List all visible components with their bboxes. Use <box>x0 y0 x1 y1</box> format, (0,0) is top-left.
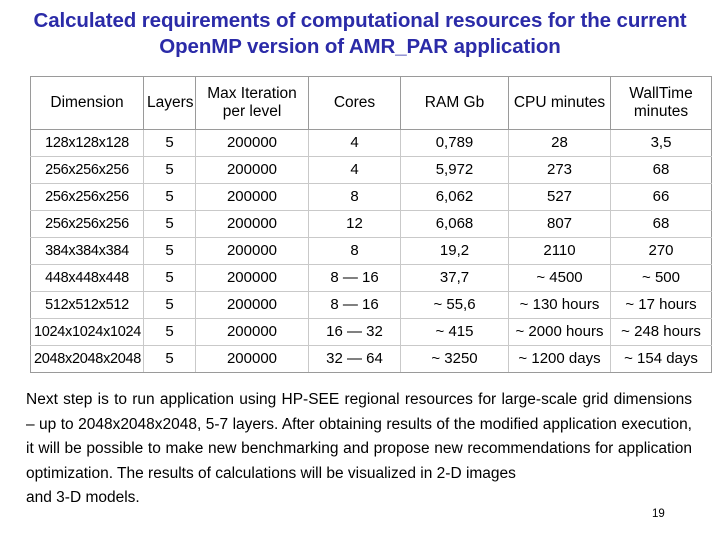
cell-layers: 5 <box>143 156 196 184</box>
cell-ram-gb: 37,7 <box>400 264 509 292</box>
cell-dimension: 256x256x256 <box>30 156 144 184</box>
cell-max-iteration: 200000 <box>195 291 309 319</box>
cell-layers: 5 <box>143 183 196 211</box>
column-header-cores: Cores <box>308 76 401 130</box>
column-header-layers: Layers <box>143 76 196 130</box>
body-paragraph: Next step is to run application using HP… <box>26 388 692 511</box>
cell-cpu-minutes: ~ 130 hours <box>508 291 611 319</box>
table-body: 128x128x128 5 200000 4 0,789 28 3,5 256x… <box>30 129 712 373</box>
column-header-walltime-minutes: WallTime minutes <box>610 76 712 130</box>
cell-ram-gb: ~ 55,6 <box>400 291 509 319</box>
cell-layers: 5 <box>143 129 196 157</box>
column-header-dimension: Dimension <box>30 76 144 130</box>
cell-layers: 5 <box>143 264 196 292</box>
slide-number: 19 <box>652 508 665 520</box>
cell-walltime-minutes: 270 <box>610 237 712 265</box>
cell-cpu-minutes: 807 <box>508 210 611 238</box>
cell-max-iteration: 200000 <box>195 210 309 238</box>
column-header-max-iteration: Max Iteration per level <box>195 76 309 130</box>
cell-walltime-minutes: ~ 17 hours <box>610 291 712 319</box>
cell-cores: 8 <box>308 183 401 211</box>
cell-max-iteration: 200000 <box>195 129 309 157</box>
table-row: 512x512x512 5 200000 8 — 16 ~ 55,6 ~ 130… <box>30 291 712 319</box>
table-row: 2048x2048x2048 5 200000 32 — 64 ~ 3250 ~… <box>30 345 712 373</box>
cell-walltime-minutes: ~ 154 days <box>610 345 712 373</box>
cell-layers: 5 <box>143 210 196 238</box>
body-paragraph-main: Next step is to run application using HP… <box>26 391 692 482</box>
cell-max-iteration: 200000 <box>195 264 309 292</box>
table-row: 256x256x256 5 200000 12 6,068 807 68 <box>30 210 712 238</box>
cell-dimension: 256x256x256 <box>30 210 144 238</box>
body-paragraph-last-line: and 3-D models. <box>26 489 140 506</box>
cell-max-iteration: 200000 <box>195 183 309 211</box>
table-row: 1024x1024x1024 5 200000 16 — 32 ~ 415 ~ … <box>30 318 712 346</box>
cell-walltime-minutes: 66 <box>610 183 712 211</box>
table-row: 384x384x384 5 200000 8 19,2 2110 270 <box>30 237 712 265</box>
cell-max-iteration: 200000 <box>195 156 309 184</box>
requirements-table-container: Dimension Layers Max Iteration per level… <box>30 76 712 373</box>
cell-cpu-minutes: 527 <box>508 183 611 211</box>
cell-cores: 4 <box>308 129 401 157</box>
column-header-cpu-minutes: CPU minutes <box>508 76 611 130</box>
cell-layers: 5 <box>143 237 196 265</box>
cell-walltime-minutes: 68 <box>610 156 712 184</box>
cell-ram-gb: 0,789 <box>400 129 509 157</box>
cell-cpu-minutes: ~ 2000 hours <box>508 318 611 346</box>
cell-cores: 32 — 64 <box>308 345 401 373</box>
table-row: 256x256x256 5 200000 4 5,972 273 68 <box>30 156 712 184</box>
cell-cpu-minutes: 28 <box>508 129 611 157</box>
cell-max-iteration: 200000 <box>195 237 309 265</box>
cell-dimension: 2048x2048x2048 <box>30 345 144 373</box>
cell-cpu-minutes: ~ 1200 days <box>508 345 611 373</box>
cell-walltime-minutes: ~ 248 hours <box>610 318 712 346</box>
cell-cpu-minutes: 273 <box>508 156 611 184</box>
cell-dimension: 512x512x512 <box>30 291 144 319</box>
requirements-table: Dimension Layers Max Iteration per level… <box>30 76 712 373</box>
cell-walltime-minutes: 3,5 <box>610 129 712 157</box>
cell-max-iteration: 200000 <box>195 318 309 346</box>
cell-cores: 12 <box>308 210 401 238</box>
cell-cpu-minutes: 2110 <box>508 237 611 265</box>
cell-cores: 8 <box>308 237 401 265</box>
cell-cores: 16 — 32 <box>308 318 401 346</box>
cell-layers: 5 <box>143 318 196 346</box>
cell-ram-gb: ~ 415 <box>400 318 509 346</box>
cell-layers: 5 <box>143 345 196 373</box>
page-title: Calculated requirements of computational… <box>33 9 687 58</box>
cell-ram-gb: 19,2 <box>400 237 509 265</box>
table-row: 128x128x128 5 200000 4 0,789 28 3,5 <box>30 129 712 157</box>
cell-dimension: 128x128x128 <box>30 129 144 157</box>
cell-layers: 5 <box>143 291 196 319</box>
cell-dimension: 256x256x256 <box>30 183 144 211</box>
cell-ram-gb: 6,062 <box>400 183 509 211</box>
cell-dimension: 384x384x384 <box>30 237 144 265</box>
table-header-row: Dimension Layers Max Iteration per level… <box>30 76 712 130</box>
cell-ram-gb: ~ 3250 <box>400 345 509 373</box>
cell-max-iteration: 200000 <box>195 345 309 373</box>
cell-dimension: 448x448x448 <box>30 264 144 292</box>
cell-dimension: 1024x1024x1024 <box>30 318 144 346</box>
cell-walltime-minutes: 68 <box>610 210 712 238</box>
cell-ram-gb: 5,972 <box>400 156 509 184</box>
cell-ram-gb: 6,068 <box>400 210 509 238</box>
cell-cores: 4 <box>308 156 401 184</box>
cell-cores: 8 — 16 <box>308 264 401 292</box>
column-header-ram-gb: RAM Gb <box>400 76 509 130</box>
table-row: 448x448x448 5 200000 8 — 16 37,7 ~ 4500 … <box>30 264 712 292</box>
table-row: 256x256x256 5 200000 8 6,062 527 66 <box>30 183 712 211</box>
cell-walltime-minutes: ~ 500 <box>610 264 712 292</box>
cell-cpu-minutes: ~ 4500 <box>508 264 611 292</box>
cell-cores: 8 — 16 <box>308 291 401 319</box>
